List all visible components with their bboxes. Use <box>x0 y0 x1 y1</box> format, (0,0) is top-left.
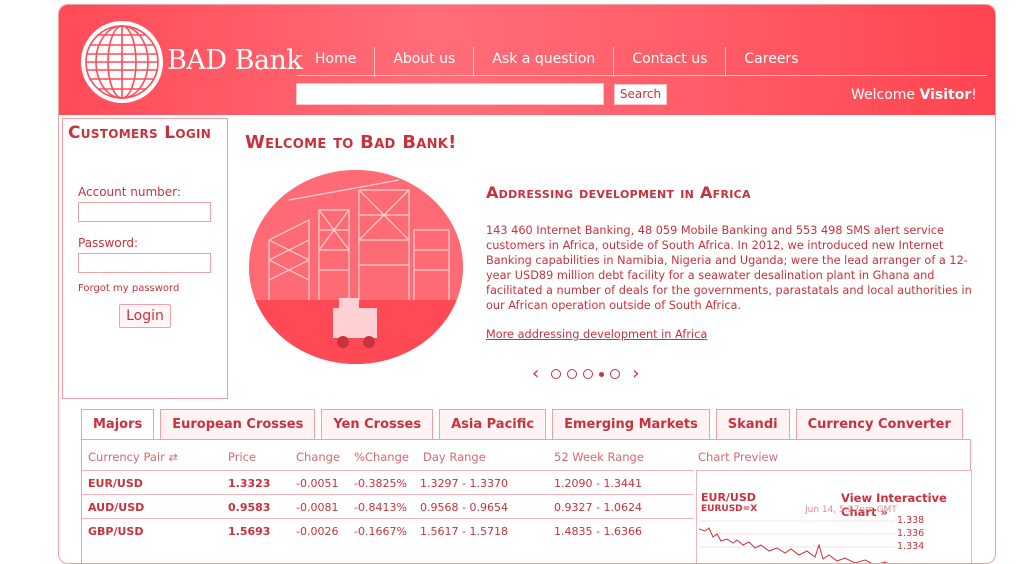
article-text: 143 460 Internet Banking, 48 059 Mobile … <box>486 224 972 312</box>
nav-home[interactable]: Home <box>297 47 376 77</box>
welcome-suffix: ! <box>971 87 977 103</box>
cell-price: 1.3323 <box>228 477 271 490</box>
col-pct-change: %Change <box>354 450 409 464</box>
carousel-pager: ‹ › <box>526 365 645 383</box>
login-panel: Customers Login Account number: Password… <box>62 118 228 399</box>
tab-european-crosses[interactable]: European Crosses <box>160 409 316 439</box>
globe-icon <box>85 25 159 99</box>
carousel-prev-arrow[interactable]: ‹ <box>526 365 545 383</box>
brand-name[interactable]: BAD Bank <box>167 45 303 76</box>
carousel-dot-3[interactable] <box>583 369 594 379</box>
chart-pair: EUR/USD <box>701 491 756 504</box>
chart-preview[interactable]: EUR/USD EURUSD=X View Interactive Chart … <box>696 470 972 563</box>
nav-divider <box>297 75 987 76</box>
table-row[interactable]: GBP/USD 1.5693 -0.0026 -0.1667% 1.5617 -… <box>82 518 694 542</box>
tab-majors[interactable]: Majors <box>81 409 155 440</box>
tab-asia-pacific[interactable]: Asia Pacific <box>439 409 547 439</box>
col-change: Change <box>296 450 341 464</box>
col-currency-pair-label: Currency Pair <box>88 450 165 464</box>
tab-currency-converter[interactable]: Currency Converter <box>795 409 963 439</box>
article-title: Addressing development in Africa <box>486 183 751 202</box>
search-input[interactable] <box>296 83 604 105</box>
col-day-range: Day Range <box>423 450 486 464</box>
sort-icon[interactable]: ⇄ <box>169 451 178 464</box>
chart-symbol: EURUSD=X <box>701 504 758 514</box>
cell-pair: AUD/USD <box>88 501 145 514</box>
login-button[interactable]: Login <box>119 304 171 328</box>
carousel-next-arrow[interactable]: › <box>626 365 645 383</box>
cell-day-range: 1.5617 - 1.5718 <box>420 525 508 538</box>
article-more-link[interactable]: More addressing development in Africa <box>486 328 707 341</box>
col-52-week-range: 52 Week Range <box>554 450 644 464</box>
hero-image <box>249 170 463 364</box>
cell-day-range: 1.3297 - 1.3370 <box>420 477 508 490</box>
tab-emerging-markets[interactable]: Emerging Markets <box>552 409 710 439</box>
login-title: Customers Login <box>68 123 212 143</box>
col-price: Price <box>228 450 257 464</box>
cell-price: 0.9583 <box>228 501 271 514</box>
welcome-message: Welcome Visitor! <box>851 87 977 103</box>
search-button[interactable]: Search <box>614 84 667 105</box>
chart-date: Jun 14, 5:27pm GMT <box>805 505 897 515</box>
nav-about[interactable]: About us <box>375 47 475 77</box>
chart-y-tick: 1.334 <box>897 541 925 552</box>
carousel-dot-1[interactable] <box>551 369 562 379</box>
table-row[interactable]: AUD/USD 0.9583 -0.0081 -0.8413% 0.9568 -… <box>82 494 694 518</box>
bank-logo[interactable] <box>81 21 163 103</box>
carousel-dot-4[interactable] <box>599 371 605 377</box>
cell-change: -0.0051 <box>296 477 339 490</box>
main-nav: Home About us Ask a question Contact us … <box>297 47 817 77</box>
nav-ask[interactable]: Ask a question <box>474 47 615 77</box>
cell-day-range: 0.9568 - 0.9654 <box>420 501 508 514</box>
industrial-site-image <box>249 170 463 364</box>
cell-week-range: 1.2090 - 1.3441 <box>554 477 642 490</box>
chart-line <box>699 520 895 563</box>
market-tabs: Majors European Crosses Yen Crosses Asia… <box>81 409 969 440</box>
forgot-password-link[interactable]: Forgot my password <box>78 283 179 294</box>
carousel-dot-5[interactable] <box>610 369 621 379</box>
cell-change: -0.0026 <box>296 525 339 538</box>
cell-pct: -0.1667% <box>354 525 407 538</box>
tab-yen-crosses[interactable]: Yen Crosses <box>321 409 434 439</box>
welcome-prefix: Welcome <box>851 87 920 103</box>
welcome-user: Visitor <box>919 87 972 103</box>
page-title: Welcome to Bad Bank! <box>245 132 457 153</box>
cell-week-range: 1.4835 - 1.6366 <box>554 525 642 538</box>
cell-pct: -0.3825% <box>354 477 407 490</box>
cell-change: -0.0081 <box>296 501 339 514</box>
tab-skandi[interactable]: Skandi <box>715 409 790 439</box>
chart-y-tick: 1.336 <box>897 528 925 539</box>
nav-careers[interactable]: Careers <box>726 47 816 77</box>
cell-pair: EUR/USD <box>88 477 143 490</box>
carousel-dot-2[interactable] <box>567 369 578 379</box>
header: BAD Bank Home About us Ask a question Co… <box>59 5 995 115</box>
account-number-field[interactable] <box>78 202 211 222</box>
password-field[interactable] <box>78 253 211 273</box>
col-currency-pair[interactable]: Currency Pair ⇄ <box>88 450 178 464</box>
nav-contact[interactable]: Contact us <box>614 47 727 77</box>
cell-week-range: 0.9327 - 1.0624 <box>554 501 642 514</box>
cell-pair: GBP/USD <box>88 525 144 538</box>
password-label: Password: <box>78 236 139 250</box>
cell-pct: -0.8413% <box>354 501 407 514</box>
page-frame: BAD Bank Home About us Ask a question Co… <box>58 4 996 564</box>
account-label: Account number: <box>78 185 181 199</box>
table-row[interactable]: EUR/USD 1.3323 -0.0051 -0.3825% 1.3297 -… <box>82 470 694 494</box>
market-table: Currency Pair ⇄ Price Change %Change Day… <box>81 439 972 563</box>
chart-y-tick: 1.338 <box>897 515 925 526</box>
cell-price: 1.5693 <box>228 525 271 538</box>
col-chart-preview: Chart Preview <box>698 450 779 464</box>
